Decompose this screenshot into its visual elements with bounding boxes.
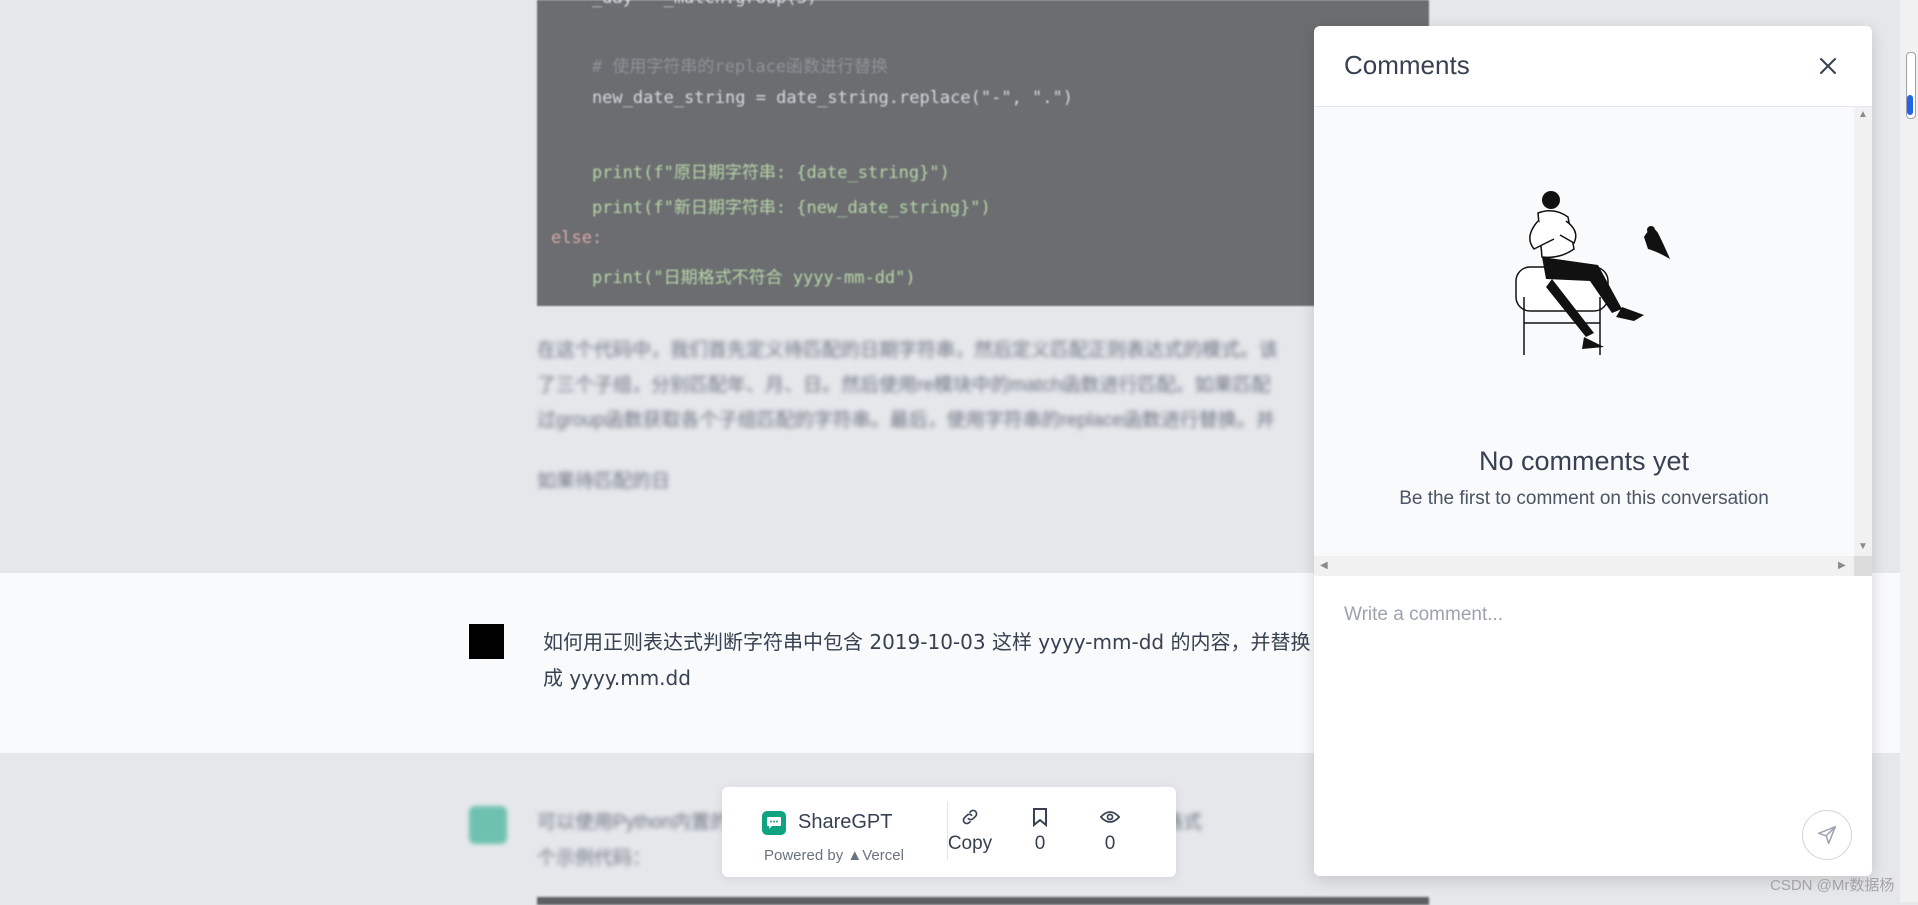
code-line: print(f"新日期字符串: {new_date_string}") (551, 198, 991, 218)
comments-panel: Comments No comments yet Be the first to… (1314, 26, 1872, 876)
copy-link-button[interactable]: Copy (940, 805, 1000, 855)
send-icon (1817, 825, 1837, 845)
bookmark-button[interactable]: 0 (1010, 805, 1070, 855)
scroll-down-arrow-icon[interactable]: ▼ (1858, 541, 1868, 552)
comments-header: Comments (1314, 26, 1872, 107)
user-message: 如何用正则表达式判断字符串中包含 2019-10-03 这样 yyyy-mm-d… (543, 630, 1311, 690)
bookmark-count: 0 (1034, 833, 1046, 854)
scroll-left-arrow-icon[interactable]: ◀ (1320, 560, 1328, 571)
assistant-avatar (469, 806, 507, 844)
eye-icon (1080, 805, 1140, 829)
sharegpt-logo-icon (762, 811, 786, 835)
code-line: else: (551, 228, 603, 248)
comments-list: No comments yet Be the first to comment … (1314, 107, 1854, 556)
page-scrollbar[interactable] (1900, 0, 1918, 902)
empty-state-title: No comments yet (1478, 446, 1690, 476)
code-line: _day = _match.group(3) (551, 0, 817, 8)
code-block: _day = _match.group(3) # 使用字符串的replace函数… (537, 0, 1429, 306)
watermark: CSDN @Mr数据杨 (1770, 877, 1895, 894)
code-line: new_date_string = date_string.replace("-… (551, 88, 1073, 108)
empty-state-subtitle: Be the first to comment on this conversa… (1399, 488, 1769, 509)
code-line: print(f"原日期字符串: {date_string}") (551, 163, 950, 183)
answer-paragraph-line: 过group函数获取各个子组匹配的字符串。最后，使用字符串的replace函数进… (537, 410, 1275, 431)
comments-title: Comments (1344, 50, 1470, 80)
answer-paragraph-line: 了三个子组，分别匹配年、月、日。然后使用re模块中的match函数进行匹配。如果… (537, 375, 1271, 396)
bookmark-icon (1010, 805, 1070, 829)
powered-by-vercel-link[interactable]: Powered by ▲Vercel (764, 847, 904, 864)
copy-label: Copy (947, 833, 993, 854)
brand-name: ShareGPT (798, 811, 893, 833)
assistant-message-line: 个示例代码： (537, 848, 652, 869)
user-avatar (469, 624, 504, 659)
answer-paragraph-tail: 如果待匹配的日 (537, 471, 671, 492)
page-scrollbar-indicator (1907, 95, 1913, 115)
comments-horizontal-scrollbar[interactable]: ◀ ▶ (1314, 556, 1854, 576)
views-counter: 0 (1080, 805, 1140, 855)
send-comment-button[interactable] (1802, 810, 1852, 860)
scrollbar-corner (1854, 556, 1872, 576)
code-line: # 使用字符串的replace函数进行替换 (551, 57, 889, 77)
comments-vertical-scrollbar[interactable]: ▲ ▼ (1854, 107, 1872, 556)
scroll-up-arrow-icon[interactable]: ▲ (1858, 109, 1868, 120)
answer-paragraph-line: 在这个代码中，我们首先定义待匹配的日期字符串，然后定义匹配正则表达式的模式。该 (537, 340, 1279, 361)
close-icon (1820, 58, 1836, 74)
empty-state-illustration (1515, 191, 1670, 355)
code-line: print("日期格式不符合 yyyy-mm-dd") (551, 268, 916, 288)
scroll-right-arrow-icon[interactable]: ▶ (1838, 560, 1846, 571)
comment-input[interactable] (1334, 596, 1869, 812)
link-icon (940, 805, 1000, 829)
code-block (537, 897, 1429, 905)
view-count: 0 (1104, 833, 1116, 854)
share-bar: ShareGPT Powered by ▲Vercel Copy 0 0 (722, 787, 1176, 877)
close-button[interactable] (1814, 52, 1842, 80)
